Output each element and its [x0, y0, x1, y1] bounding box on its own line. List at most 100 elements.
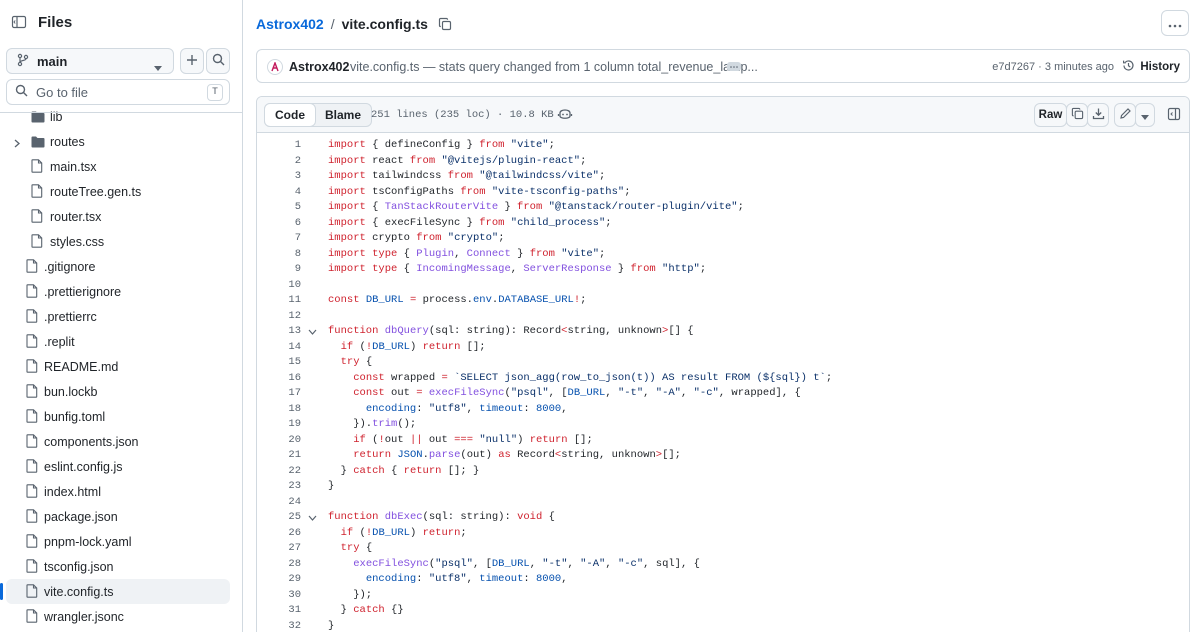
expand-commit-message-button[interactable] [727, 62, 741, 71]
add-file-button[interactable] [180, 48, 204, 74]
line-number[interactable]: 23 [257, 480, 301, 492]
line-number[interactable]: 28 [257, 558, 301, 570]
line-number[interactable]: 5 [257, 201, 301, 213]
line-number[interactable]: 4 [257, 186, 301, 198]
line-number[interactable]: 18 [257, 403, 301, 415]
tree-file-item[interactable]: wrangler.jsonc [0, 604, 242, 629]
code-line: 24 [257, 496, 1189, 512]
tree-file-item[interactable]: styles.css [0, 229, 242, 254]
code-text: const out = execFileSync("psql", [DB_URL… [353, 387, 801, 399]
line-number[interactable]: 1 [257, 139, 301, 151]
tree-item-label: README.md [44, 360, 119, 374]
plus-icon [186, 54, 198, 69]
latest-commit-bar: Astrox402 vite.config.ts — stats query c… [256, 49, 1190, 83]
line-number[interactable]: 14 [257, 341, 301, 353]
tree-file-item[interactable]: routeTree.gen.ts [0, 179, 242, 204]
code-text: import { TanStackRouterVite } from "@tan… [328, 201, 744, 213]
symbols-panel-button[interactable] [1163, 103, 1185, 127]
tree-file-item[interactable]: pnpm-lock.yaml [0, 529, 242, 554]
line-number[interactable]: 2 [257, 155, 301, 167]
copy-icon [1071, 107, 1084, 123]
line-number[interactable]: 26 [257, 527, 301, 539]
tree-file-item[interactable]: vite.config.ts [0, 579, 230, 604]
tab-code[interactable]: Code [264, 103, 316, 127]
line-number[interactable]: 8 [257, 248, 301, 260]
line-number[interactable]: 16 [257, 372, 301, 384]
download-button[interactable] [1087, 103, 1109, 127]
line-number[interactable]: 27 [257, 542, 301, 554]
branch-selector[interactable]: main [6, 48, 174, 74]
tree-folder-item[interactable]: routes [0, 129, 242, 154]
commit-sha[interactable]: e7d7267 [992, 61, 1035, 73]
tree-item-label: styles.css [50, 235, 105, 249]
fold-chevron-icon[interactable] [308, 327, 317, 339]
line-number[interactable]: 12 [257, 310, 301, 322]
code-text: import type { IncomingMessage, ServerRes… [328, 263, 707, 275]
code-text: import react from "@vitejs/plugin-react"… [328, 154, 587, 167]
tree-file-item[interactable]: router.tsx [0, 204, 242, 229]
line-number[interactable]: 29 [257, 573, 301, 585]
line-number[interactable]: 21 [257, 449, 301, 461]
line-number[interactable]: 22 [257, 465, 301, 477]
line-number[interactable]: 9 [257, 263, 301, 275]
line-number[interactable]: 7 [257, 232, 301, 244]
tree-file-item[interactable]: .prettierignore [0, 279, 242, 304]
line-number[interactable]: 13 [257, 325, 301, 337]
avatar[interactable] [267, 59, 283, 75]
tree-item-label: bunfig.toml [44, 410, 106, 424]
tree-file-item[interactable]: tsconfig.json [0, 554, 242, 579]
tree-item-label: routes [50, 135, 85, 149]
edit-options-dropdown[interactable] [1135, 103, 1155, 127]
line-number[interactable]: 10 [257, 279, 301, 291]
tree-file-item[interactable]: .gitignore [0, 254, 242, 279]
sidebar-collapse-icon[interactable] [8, 11, 30, 33]
line-number[interactable]: 15 [257, 356, 301, 368]
tree-file-item[interactable]: package.json [0, 504, 242, 529]
fold-chevron-icon[interactable] [308, 513, 317, 525]
copy-raw-button[interactable] [1066, 103, 1088, 127]
tree-file-item[interactable]: README.md [0, 354, 242, 379]
history-button[interactable]: History [1122, 59, 1180, 75]
line-number[interactable]: 24 [257, 496, 301, 508]
code-line: 23} [257, 480, 1189, 496]
tree-file-item[interactable]: components.json [0, 429, 242, 454]
code-line: 32} [257, 619, 1189, 632]
line-number[interactable]: 31 [257, 604, 301, 616]
line-number[interactable]: 11 [257, 294, 301, 306]
code-text: } [328, 619, 335, 632]
code-text: function dbQuery(sql: string): Record<st… [328, 325, 694, 337]
tree-file-item[interactable]: bunfig.toml [0, 404, 242, 429]
line-number[interactable]: 3 [257, 170, 301, 182]
commit-message[interactable]: vite.config.ts — stats query changed fro… [350, 60, 758, 74]
more-options-button[interactable] [1161, 10, 1189, 36]
code-text: const DB_URL = process.env.DATABASE_URL!… [328, 294, 587, 306]
line-number[interactable]: 17 [257, 387, 301, 399]
line-number[interactable]: 6 [257, 217, 301, 229]
tree-file-item[interactable]: bun.lockb [0, 379, 242, 404]
copilot-icon[interactable] [557, 107, 573, 124]
copy-path-icon[interactable] [438, 17, 452, 31]
tree-file-item[interactable]: .prettierrc [0, 304, 242, 329]
search-code-button[interactable] [206, 48, 230, 74]
tree-file-item[interactable]: .replit [0, 329, 242, 354]
code-line: 4 import tsConfigPaths from "vite-tsconfi… [257, 186, 1189, 202]
tree-folder-item[interactable]: lib [0, 104, 242, 129]
line-number[interactable]: 32 [257, 620, 301, 632]
line-number[interactable]: 20 [257, 434, 301, 446]
chevron-right-icon[interactable] [14, 137, 20, 151]
tree-file-item[interactable]: eslint.config.js [0, 454, 242, 479]
commit-author[interactable]: Astrox402 [289, 60, 349, 74]
line-number[interactable]: 30 [257, 589, 301, 601]
tree-file-item[interactable]: index.html [0, 479, 242, 504]
code-text: }).trim(); [328, 418, 417, 430]
edit-file-button[interactable] [1114, 103, 1136, 127]
code-text: import crypto from "crypto"; [328, 232, 505, 244]
line-number[interactable]: 25 [257, 511, 301, 523]
tree-file-item[interactable]: main.tsx [0, 154, 242, 179]
code-text: if (!DB_URL) return []; [340, 340, 486, 353]
tab-blame[interactable]: Blame [315, 104, 371, 126]
raw-button[interactable]: Raw [1034, 103, 1067, 127]
line-number[interactable]: 19 [257, 418, 301, 430]
breadcrumb-repo-link[interactable]: Astrox402 [256, 16, 324, 32]
go-to-file-input[interactable]: Go to file T [6, 79, 230, 105]
